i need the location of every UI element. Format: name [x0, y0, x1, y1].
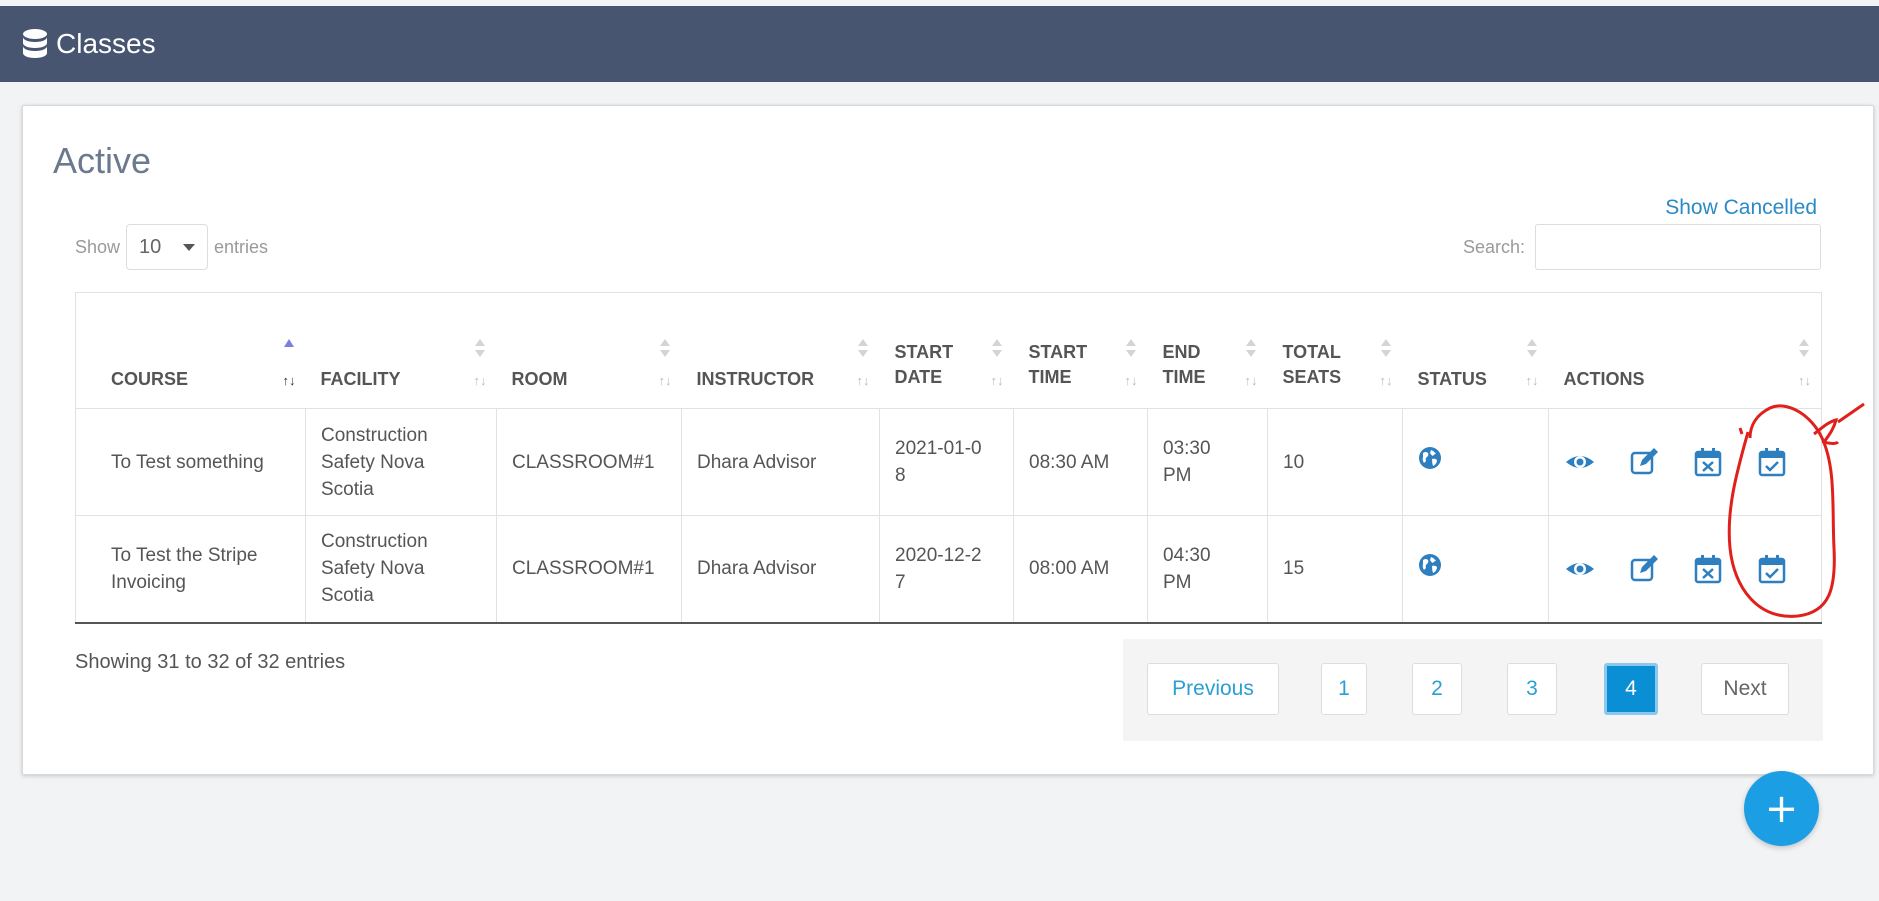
search-control: Search: — [1463, 224, 1821, 270]
cell-room: CLASSROOM#1 — [496, 515, 682, 624]
chevron-down-icon — [183, 243, 196, 251]
section-title: Active — [53, 140, 152, 181]
next-page-button[interactable]: Next — [1701, 663, 1789, 715]
sort-both-icon — [474, 339, 485, 357]
column-header-course[interactable]: COURSE ↑↓ — [75, 292, 306, 409]
column-header-instructor[interactable]: INSTRUCTOR ↑↓ — [681, 292, 880, 409]
cell-start-time: 08:00 AM — [1013, 515, 1148, 624]
cell-actions — [1548, 515, 1822, 624]
column-header-facility[interactable]: FACILITY ↑↓ — [305, 292, 497, 409]
table-row: To Test something Construction Safety No… — [75, 408, 1822, 516]
sort-arrows-icon: ↑↓ — [1798, 373, 1811, 388]
active-classes-card: Active Show Cancelled Show 10 entries Se… — [22, 105, 1874, 775]
sort-both-icon — [1245, 339, 1256, 357]
edit-icon[interactable] — [1628, 553, 1660, 585]
cell-facility: Construction Safety Nova Scotia — [305, 515, 497, 624]
eye-icon[interactable] — [1564, 553, 1596, 585]
sort-both-icon — [1526, 339, 1537, 357]
cell-start-date: 2021-01-08 — [879, 408, 1014, 516]
page-button-4-current[interactable]: 4 — [1604, 663, 1658, 715]
cell-room: CLASSROOM#1 — [496, 408, 682, 516]
calendar-cancel-icon[interactable] — [1692, 446, 1724, 478]
cell-instructor: Dhara Advisor — [681, 515, 880, 624]
sort-both-icon — [1799, 339, 1809, 357]
cell-actions — [1548, 408, 1822, 516]
sort-arrows-icon: ↑↓ — [990, 373, 1004, 388]
sort-arrows-icon: ↑↓ — [473, 373, 487, 388]
sort-arrows-icon: ↑↓ — [1124, 373, 1138, 388]
sort-both-icon — [857, 339, 868, 357]
sort-arrows-icon: ↑↓ — [1379, 373, 1393, 388]
column-header-start-date[interactable]: START DATE ↑↓ — [879, 292, 1014, 409]
globe-icon[interactable] — [1418, 553, 1442, 577]
eye-icon[interactable] — [1564, 446, 1596, 478]
sort-arrows-icon: ↑↓ — [856, 373, 870, 388]
sort-arrows-icon: ↑↓ — [282, 373, 296, 388]
sort-asc-icon — [283, 339, 294, 347]
search-input[interactable] — [1535, 224, 1821, 270]
column-header-total-seats[interactable]: TOTAL SEATS ↑↓ — [1267, 292, 1403, 409]
sort-both-icon — [1125, 339, 1136, 357]
page-button-1[interactable]: 1 — [1321, 663, 1367, 715]
sort-arrows-icon: ↑↓ — [1525, 373, 1539, 388]
show-label: Show — [75, 236, 121, 257]
cell-status — [1402, 515, 1549, 624]
page-title: Classes — [56, 28, 156, 59]
table-row: To Test the Stripe Invoicing Constructio… — [75, 515, 1822, 624]
globe-icon[interactable] — [1418, 446, 1442, 470]
calendar-check-icon[interactable] — [1756, 446, 1788, 478]
previous-page-button[interactable]: Previous — [1147, 663, 1279, 715]
column-header-room[interactable]: ROOM ↑↓ — [496, 292, 682, 409]
column-header-actions[interactable]: ACTIONS ↑↓ — [1548, 292, 1822, 409]
database-icon — [23, 29, 47, 58]
calendar-cancel-icon[interactable] — [1692, 553, 1724, 585]
table-header-row: COURSE ↑↓ FACILITY ↑↓ ROOM ↑↓ INSTRUCTOR — [75, 292, 1822, 409]
sort-arrows-icon: ↑↓ — [1244, 373, 1258, 388]
column-header-end-time[interactable]: END TIME ↑↓ — [1147, 292, 1268, 409]
pagination: Previous 1 2 3 4 Next — [1123, 639, 1823, 741]
cell-course: To Test the Stripe Invoicing — [75, 515, 306, 624]
entries-length-control: Show 10 entries — [75, 224, 268, 270]
entries-label: entries — [214, 236, 269, 257]
cell-start-time: 08:30 AM — [1013, 408, 1148, 516]
add-class-button[interactable]: + — [1744, 771, 1819, 846]
cell-total-seats: 10 — [1267, 408, 1403, 516]
app-header: Classes — [0, 6, 1879, 82]
search-label: Search: — [1462, 236, 1525, 257]
classes-table: COURSE ↑↓ FACILITY ↑↓ ROOM ↑↓ INSTRUCTOR — [75, 292, 1822, 624]
cell-course: To Test something — [75, 408, 306, 516]
sort-both-icon — [1380, 339, 1391, 357]
cell-end-time: 03:30 PM — [1147, 408, 1268, 516]
calendar-check-icon[interactable] — [1756, 553, 1788, 585]
page-button-3[interactable]: 3 — [1507, 663, 1557, 715]
column-header-status[interactable]: STATUS ↑↓ — [1402, 292, 1549, 409]
sort-both-icon — [991, 339, 1002, 357]
sort-both-icon — [659, 339, 670, 357]
page-button-2[interactable]: 2 — [1412, 663, 1462, 715]
cell-end-time: 04:30 PM — [1147, 515, 1268, 624]
table-info: Showing 31 to 32 of 32 entries — [75, 651, 346, 673]
show-cancelled-link[interactable]: Show Cancelled — [1665, 196, 1817, 220]
column-header-start-time[interactable]: START TIME ↑↓ — [1013, 292, 1148, 409]
sort-arrows-icon: ↑↓ — [658, 373, 672, 388]
cell-total-seats: 15 — [1267, 515, 1403, 624]
edit-icon[interactable] — [1628, 446, 1660, 478]
cell-facility: Construction Safety Nova Scotia — [305, 408, 497, 516]
entries-select[interactable]: 10 — [126, 224, 209, 270]
entries-select-value: 10 — [139, 235, 162, 258]
cell-instructor: Dhara Advisor — [681, 408, 880, 516]
cell-start-date: 2020-12-27 — [879, 515, 1014, 624]
cell-status — [1402, 408, 1549, 516]
